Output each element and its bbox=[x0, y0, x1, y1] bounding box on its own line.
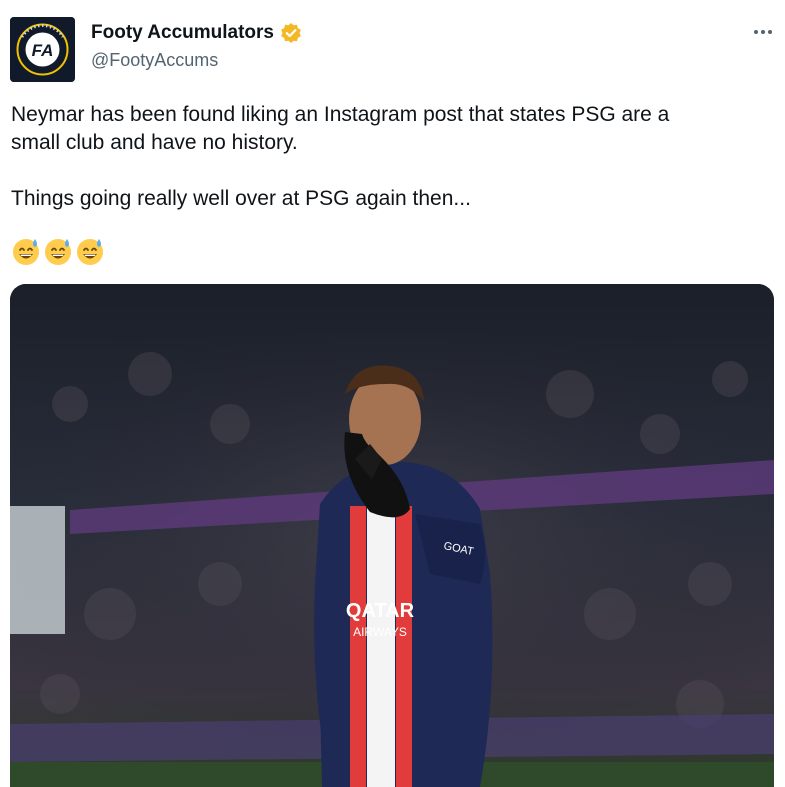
grinning-sweat-emoji bbox=[43, 236, 73, 266]
svg-text:FA: FA bbox=[32, 41, 54, 60]
tweet-text-line: Things going really well over at PSG aga… bbox=[11, 187, 471, 210]
more-dot bbox=[768, 30, 772, 34]
tweet-text: Neymar has been found liking an Instagra… bbox=[11, 101, 771, 213]
tweet-card: FA Footy Accumulators @FootyAccums Neyma… bbox=[0, 0, 785, 787]
more-options-icon[interactable] bbox=[750, 22, 776, 42]
verified-badge-icon bbox=[280, 22, 302, 44]
more-dot bbox=[761, 30, 765, 34]
tweet-photo[interactable]: QATAR AIRWAYS GOAT bbox=[10, 284, 774, 787]
more-dot bbox=[754, 30, 758, 34]
grinning-sweat-emoji bbox=[75, 236, 105, 266]
tweet-text-line: Neymar has been found liking an Instagra… bbox=[11, 103, 670, 126]
grinning-sweat-emoji bbox=[11, 236, 41, 266]
account-handle[interactable]: @FootyAccums bbox=[91, 50, 218, 71]
avatar[interactable]: FA bbox=[10, 17, 75, 82]
shirt-sponsor-line1: QATAR bbox=[346, 600, 415, 622]
shirt-sponsor-line2: AIRWAYS bbox=[353, 625, 407, 639]
footy-accumulators-logo: FA bbox=[10, 17, 75, 82]
display-name[interactable]: Footy Accumulators bbox=[91, 22, 274, 44]
tweet-text-line: small club and have no history. bbox=[11, 131, 298, 154]
emoji-row bbox=[11, 236, 105, 266]
photo-neymar-psg: QATAR AIRWAYS GOAT bbox=[10, 284, 774, 787]
stadium-screen bbox=[10, 506, 65, 634]
account-name-row: Footy Accumulators bbox=[91, 22, 302, 44]
